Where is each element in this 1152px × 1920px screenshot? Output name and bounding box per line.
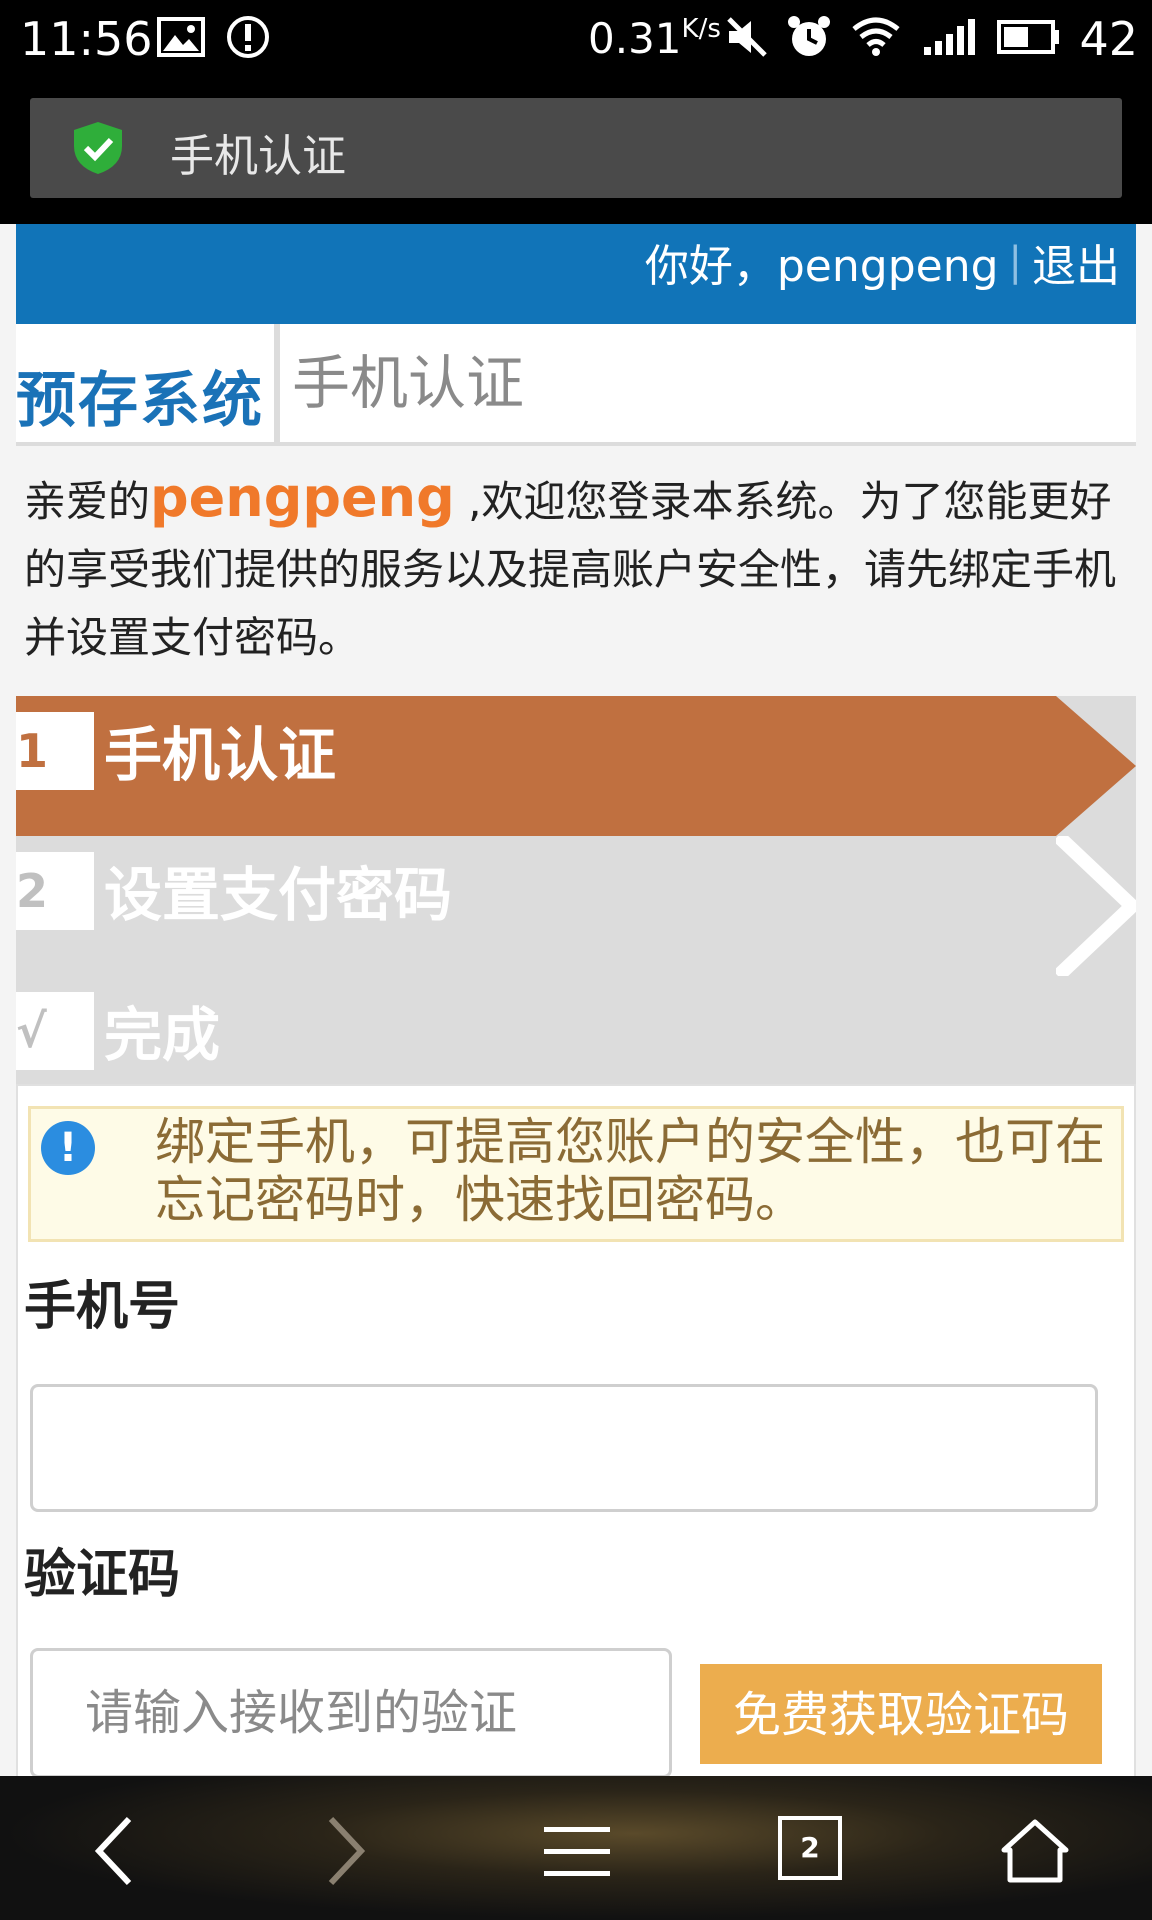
page-heading: 手机认证 [292, 349, 525, 417]
alert-icon [224, 14, 272, 60]
page-title: 手机认证 [170, 131, 346, 182]
welcome-prefix: 亲爱的 [24, 477, 151, 526]
signal-icon [920, 14, 978, 60]
address-bar[interactable]: 手机认证 [30, 98, 1122, 198]
step-label: 完成 [104, 1001, 221, 1069]
step-arrow [1056, 696, 1136, 836]
mute-icon [724, 14, 770, 60]
browser-title-bar: 手机认证 [0, 78, 1152, 224]
top-bar: 你好，pengpeng | 退出 [16, 224, 1136, 324]
web-page: 你好，pengpeng | 退出 预存系统 手机认证 亲爱的pengpeng ,… [0, 224, 1152, 1776]
battery-level: 42 [1079, 12, 1138, 66]
notice-text: 绑定手机，可提高您账户的安全性，也可在忘记密码时，快速找回密码。 [155, 1113, 1105, 1229]
progress-steps: 1 手机认证 2 设置支付密码 √ 完成 [16, 696, 1136, 1116]
status-bar: 11:56 0.31K/s 42 [0, 0, 1152, 78]
step-set-password: 2 设置支付密码 [16, 836, 1136, 976]
wifi-icon [850, 14, 902, 60]
welcome-message: 亲爱的pengpeng ,欢迎您登录本系统。为了您能更好的享受我们提供的服务以及… [24, 464, 1124, 672]
site-header: 预存系统 手机认证 [16, 324, 1136, 446]
phone-input[interactable] [30, 1384, 1098, 1512]
verification-code-input[interactable] [30, 1648, 672, 1776]
step-label: 设置支付密码 [104, 861, 453, 929]
image-icon [156, 14, 206, 60]
get-code-button[interactable]: 免费获取验证码 [700, 1664, 1102, 1764]
info-icon: ! [41, 1121, 95, 1175]
forward-icon[interactable] [300, 1806, 390, 1896]
step-phone-verify: 1 手机认证 [16, 696, 1136, 836]
notice-box: ! 绑定手机，可提高您账户的安全性，也可在忘记密码时，快速找回密码。 [28, 1106, 1124, 1242]
browser-nav-bar: 2 [0, 1776, 1152, 1920]
clock: 11:56 [20, 12, 153, 66]
logout-link[interactable]: 退出 [1032, 230, 1120, 294]
tabs-count-button[interactable]: 2 [778, 1816, 842, 1880]
home-icon[interactable] [990, 1806, 1080, 1896]
separator: | [1008, 239, 1022, 285]
step-number: 2 [16, 852, 94, 930]
step-label: 手机认证 [104, 721, 337, 789]
brand-logo[interactable]: 预存系统 [16, 352, 264, 439]
battery-icon [996, 14, 1062, 60]
network-speed: 0.31K/s [588, 14, 721, 63]
welcome-username: pengpeng [150, 466, 455, 529]
menu-icon[interactable] [532, 1806, 622, 1896]
back-icon[interactable] [70, 1806, 160, 1896]
greeting-text: 你好，pengpeng [644, 241, 999, 292]
phone-verify-form: ! 绑定手机，可提高您账户的安全性，也可在忘记密码时，快速找回密码。 手机号 验… [16, 1084, 1136, 1776]
user-greeting: 你好，pengpeng | 退出 [645, 230, 1120, 294]
step-number: √ [16, 992, 94, 1070]
alarm-icon [784, 14, 834, 60]
step-arrow [1056, 836, 1136, 976]
step-number: 1 [16, 712, 94, 790]
phone-label: 手机号 [24, 1277, 181, 1337]
shield-check-icon [70, 120, 126, 176]
code-label: 验证码 [24, 1545, 181, 1605]
header-divider [274, 324, 280, 442]
